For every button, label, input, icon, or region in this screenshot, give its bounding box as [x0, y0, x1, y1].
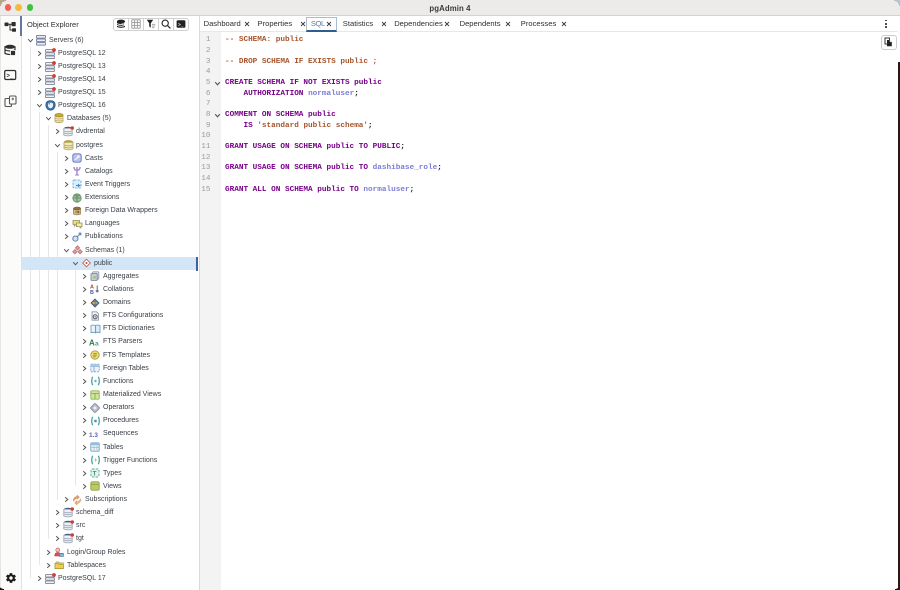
svg-text:a: a [95, 340, 99, 347]
svg-text:B: B [90, 290, 94, 294]
svg-text:1.3: 1.3 [89, 432, 98, 439]
svg-text:T: T [93, 472, 97, 478]
